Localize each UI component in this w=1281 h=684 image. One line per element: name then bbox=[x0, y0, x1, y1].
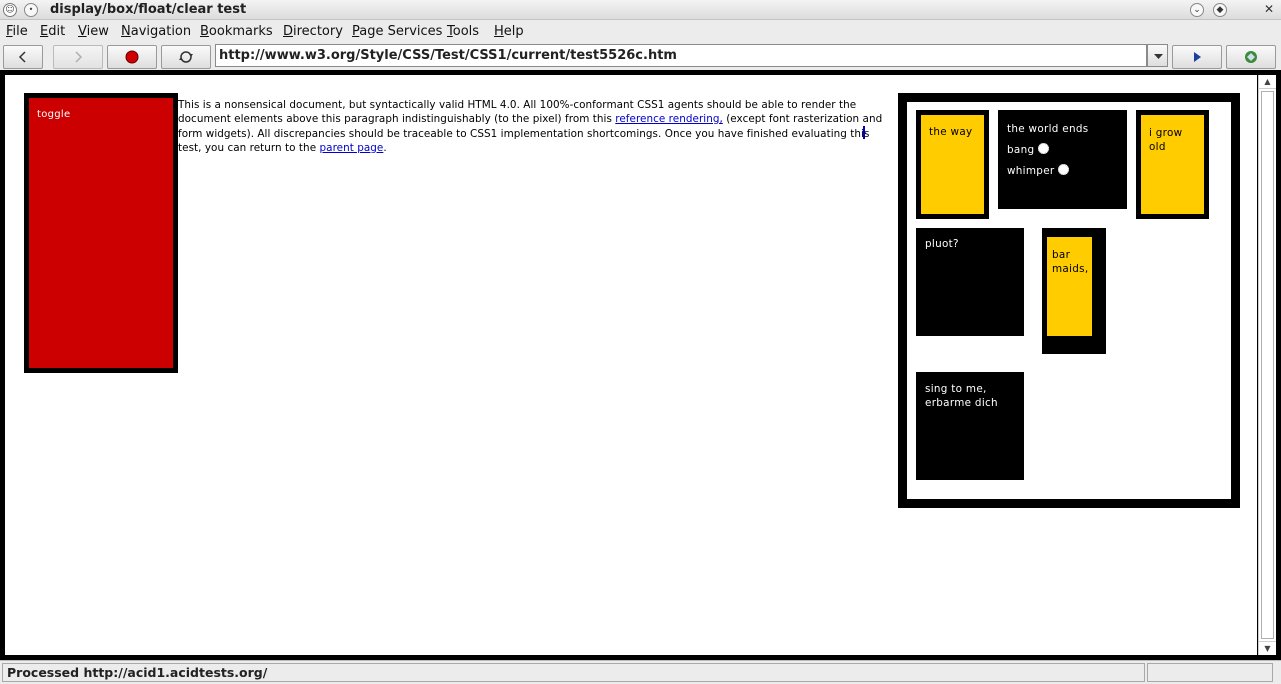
page-content: toggle This is a nonsensical document, b… bbox=[5, 75, 1257, 655]
the-way-box: the way bbox=[921, 115, 984, 214]
menu-bookmarks[interactable]: Bookmarks bbox=[200, 24, 273, 39]
title-bar: ☺ • display/box/float/clear test ⌄ ◆ ✕ bbox=[0, 0, 1281, 20]
bang-radio[interactable] bbox=[1038, 143, 1050, 154]
vertical-scrollbar[interactable]: ▲ ▼ bbox=[1258, 75, 1276, 655]
menu-directory[interactable]: Directory bbox=[283, 24, 343, 39]
menu-tools[interactable]: Tools bbox=[447, 24, 479, 39]
throbber-icon bbox=[1245, 51, 1257, 63]
acid-test-box: the way the world ends bang whimper i gr… bbox=[898, 93, 1240, 508]
stop-button[interactable] bbox=[107, 45, 157, 69]
scroll-up-icon[interactable]: ▲ bbox=[1259, 75, 1276, 89]
scroll-down-icon[interactable]: ▼ bbox=[1259, 641, 1276, 655]
go-icon bbox=[1194, 52, 1201, 62]
reload-button[interactable] bbox=[161, 45, 211, 69]
app-icon[interactable]: ☺ bbox=[3, 3, 17, 17]
menu-bar: File Edit View Navigation Bookmarks Dire… bbox=[0, 21, 1281, 42]
menu-view[interactable]: View bbox=[78, 24, 109, 39]
acid-test-body: the way the world ends bang whimper i gr… bbox=[907, 102, 1231, 499]
minimize-icon[interactable]: ⌄ bbox=[1190, 3, 1204, 17]
go-button[interactable] bbox=[1172, 45, 1222, 69]
menu-navigation[interactable]: Navigation bbox=[121, 24, 191, 39]
world-ends-box: the world ends bang whimper bbox=[998, 110, 1127, 209]
browser-viewport: toggle This is a nonsensical document, b… bbox=[0, 70, 1281, 660]
maximize-icon[interactable]: ◆ bbox=[1213, 3, 1227, 17]
url-input[interactable]: http://www.w3.org/Style/CSS/Test/CSS1/cu… bbox=[215, 44, 1147, 67]
toggle-label: toggle bbox=[37, 109, 71, 120]
menu-page-services[interactable]: Page Services bbox=[352, 24, 442, 39]
back-button[interactable] bbox=[3, 45, 43, 69]
forward-button[interactable] bbox=[53, 45, 103, 69]
url-dropdown-button[interactable] bbox=[1147, 44, 1168, 67]
grow-old-box: i grow old bbox=[1141, 115, 1204, 214]
menu-edit[interactable]: Edit bbox=[40, 24, 65, 39]
throbber-button[interactable] bbox=[1226, 45, 1276, 69]
intro-paragraph: This is a nonsensical document, but synt… bbox=[178, 99, 883, 154]
close-icon[interactable]: ✕ bbox=[1262, 3, 1276, 17]
reference-rendering-link[interactable]: reference rendering, bbox=[615, 113, 723, 125]
menu-file[interactable]: File bbox=[6, 24, 28, 39]
back-icon bbox=[18, 51, 26, 63]
reload-icon bbox=[179, 51, 193, 63]
toggle-float-border: toggle bbox=[24, 93, 178, 373]
whimper-radio[interactable] bbox=[1058, 164, 1070, 175]
progress-bar bbox=[1147, 663, 1273, 682]
stop-icon bbox=[125, 50, 139, 64]
forward-icon bbox=[75, 51, 83, 63]
bang-row: bang bbox=[1007, 140, 1127, 161]
toggle-float: toggle bbox=[29, 98, 173, 368]
status-text: Processed http://acid1.acidtests.org/ bbox=[2, 663, 1145, 682]
window-title: display/box/float/clear test bbox=[50, 2, 247, 17]
chevron-down-icon bbox=[1154, 54, 1163, 59]
menu-help[interactable]: Help bbox=[494, 24, 524, 39]
parent-page-link[interactable]: parent page bbox=[320, 142, 384, 154]
window-menu-icon[interactable]: • bbox=[24, 3, 38, 17]
world-ends-label: the world ends bbox=[1007, 123, 1089, 135]
whimper-row: whimper bbox=[1007, 161, 1127, 182]
sing-box: sing to me, erbarme dich bbox=[916, 372, 1024, 480]
bar-maids-box: bar maids, bbox=[1047, 237, 1092, 336]
status-bar: Processed http://acid1.acidtests.org/ bbox=[0, 660, 1281, 684]
pluot-box: pluot? bbox=[916, 228, 1024, 336]
scroll-thumb[interactable] bbox=[1261, 91, 1274, 639]
